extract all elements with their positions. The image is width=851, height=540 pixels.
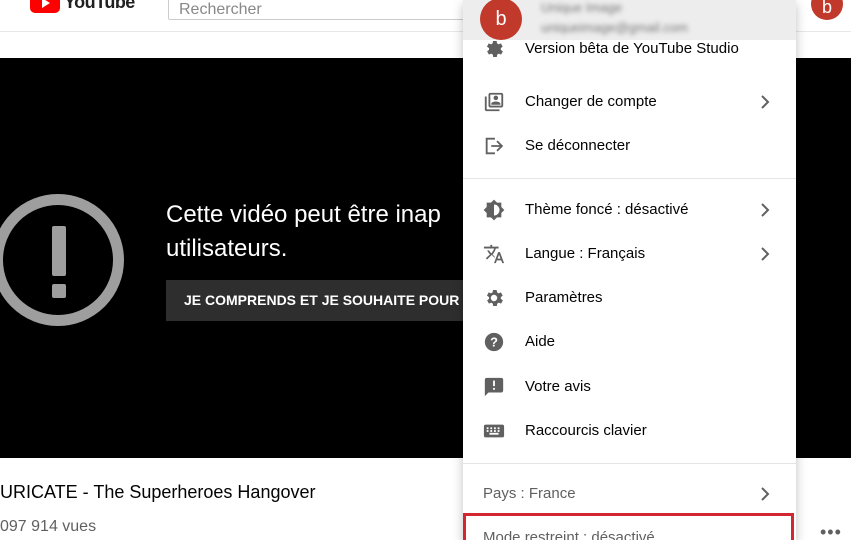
- translate-icon: [483, 244, 505, 264]
- switch-account-icon: [484, 92, 504, 112]
- restricted-mode-highlight: [463, 513, 794, 540]
- account-name: Unique Image: [541, 0, 622, 15]
- logo-text: YouTube: [64, 0, 135, 12]
- menu-item-label: Aide: [525, 333, 556, 350]
- dark-theme-icon: [483, 199, 505, 221]
- warning-icon-bar: [52, 226, 66, 276]
- menu-item-help[interactable]: ? Aide: [463, 320, 796, 364]
- warning-line-1: Cette vidéo peut être inap: [166, 201, 441, 228]
- menu-item-label: Paramètres: [525, 289, 603, 306]
- menu-item-label: Raccourcis clavier: [525, 422, 647, 439]
- search-placeholder: Rechercher: [179, 1, 262, 18]
- search-input[interactable]: Rechercher: [168, 0, 478, 20]
- keyboard-icon: [483, 424, 505, 438]
- continue-anyway-button[interactable]: JE COMPRENDS ET JE SOUHAITE POUR: [166, 280, 466, 321]
- studio-icon: [486, 41, 503, 57]
- account-header: b Unique Image uniqueimage@gmail.com: [463, 0, 796, 40]
- account-menu: b Unique Image uniqueimage@gmail.com Ver…: [463, 0, 796, 540]
- menu-item-label: Pays : France: [483, 485, 576, 502]
- menu-item-label: Thème foncé : désactivé: [525, 201, 689, 218]
- menu-item-country[interactable]: Pays : France: [421, 472, 770, 516]
- menu-item-sign-out[interactable]: Se déconnecter: [463, 124, 796, 168]
- chevron-right-icon: [761, 247, 770, 261]
- sign-out-icon: [485, 137, 504, 155]
- menu-item-dark-theme[interactable]: Thème foncé : désactivé: [463, 188, 796, 232]
- warning-icon-dot: [52, 284, 66, 298]
- feedback-icon: [484, 377, 504, 397]
- menu-item-label: Version bêta de YouTube Studio: [525, 40, 739, 57]
- menu-avatar: b: [480, 0, 522, 40]
- menu-item-label: Se déconnecter: [525, 137, 631, 154]
- video-title: URICATE - The Superheroes Hangover: [0, 482, 316, 502]
- account-avatar-button[interactable]: b: [811, 0, 843, 20]
- chevron-right-icon: [761, 95, 770, 109]
- help-icon: ?: [484, 332, 504, 352]
- menu-item-language[interactable]: Langue : Français: [463, 232, 796, 276]
- youtube-logo[interactable]: YouTube: [30, 0, 135, 13]
- svg-text:?: ?: [490, 335, 498, 350]
- more-actions-icon[interactable]: •••: [820, 522, 842, 540]
- age-restriction-message: Cette vidéo peut être inap utilisateurs.: [166, 198, 466, 266]
- account-email: uniqueimage@gmail.com: [541, 20, 688, 35]
- menu-item-feedback[interactable]: Votre avis: [463, 365, 796, 409]
- view-count: 097 914 vues: [0, 518, 97, 535]
- menu-item-label: Votre avis: [525, 378, 591, 395]
- warning-line-2: utilisateurs.: [166, 235, 288, 262]
- menu-item-keyboard-shortcuts[interactable]: Raccourcis clavier: [463, 409, 796, 453]
- gear-icon: [486, 290, 503, 306]
- menu-item-switch-account[interactable]: Changer de compte: [463, 80, 796, 124]
- menu-divider: [463, 178, 796, 179]
- youtube-logo-icon: [30, 0, 60, 13]
- menu-item-studio-beta[interactable]: Version bêta de YouTube Studio: [463, 40, 796, 60]
- menu-item-settings[interactable]: Paramètres: [463, 276, 796, 320]
- chevron-right-icon: [761, 487, 770, 501]
- menu-item-label: Changer de compte: [525, 93, 657, 110]
- menu-item-label: Langue : Français: [525, 245, 646, 262]
- menu-divider: [463, 463, 796, 464]
- chevron-right-icon: [761, 203, 770, 217]
